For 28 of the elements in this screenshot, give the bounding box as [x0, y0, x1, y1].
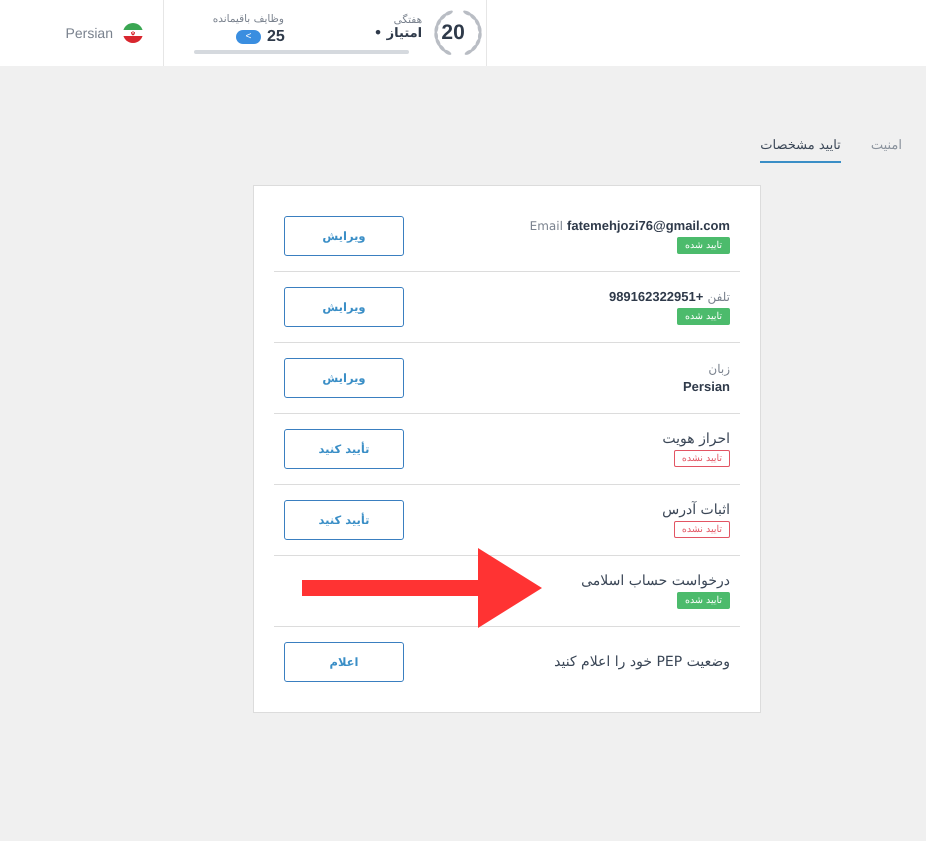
field-label: زبان	[708, 362, 730, 376]
action-button[interactable]: ویرایش	[284, 216, 404, 256]
field-value: Persian	[683, 379, 730, 394]
field-text: Email fatemehjozi76@gmail.com	[530, 219, 730, 234]
points-value: 20	[440, 21, 466, 45]
item-title: اثبات آدرس	[662, 502, 730, 518]
action-button[interactable]: تأیید کنید	[284, 500, 404, 540]
period-label: هفتگی	[394, 14, 422, 26]
status-badge: تایید نشده	[674, 521, 730, 538]
tab[interactable]: تایید مشخصات	[760, 138, 841, 163]
status-badge: تایید شده	[677, 592, 730, 609]
action-button[interactable]: ویرایش	[284, 358, 404, 398]
tasks-button[interactable]: <	[236, 30, 261, 44]
tasks-count: 25	[267, 28, 285, 46]
score-label: • امتیاز	[374, 26, 422, 40]
status-badge: تایید شده	[677, 237, 730, 254]
action-button[interactable]: ویرایش	[284, 287, 404, 327]
tasks-label: وظایف باقیمانده	[212, 12, 284, 24]
item-title: احراز هویت	[662, 431, 730, 447]
flag-icon	[123, 23, 143, 43]
tab[interactable]: امنیت	[870, 138, 902, 163]
action-button[interactable]: تأیید کنید	[284, 429, 404, 469]
language-label[interactable]: Persian	[66, 25, 113, 41]
item-title: درخواست حساب اسلامی	[581, 573, 730, 589]
action-button[interactable]: اعلام	[284, 642, 404, 682]
item-title: وضعیت PEP خود را اعلام کنید	[554, 654, 730, 670]
status-badge: تایید نشده	[674, 450, 730, 467]
status-badge: تایید شده	[677, 308, 730, 325]
